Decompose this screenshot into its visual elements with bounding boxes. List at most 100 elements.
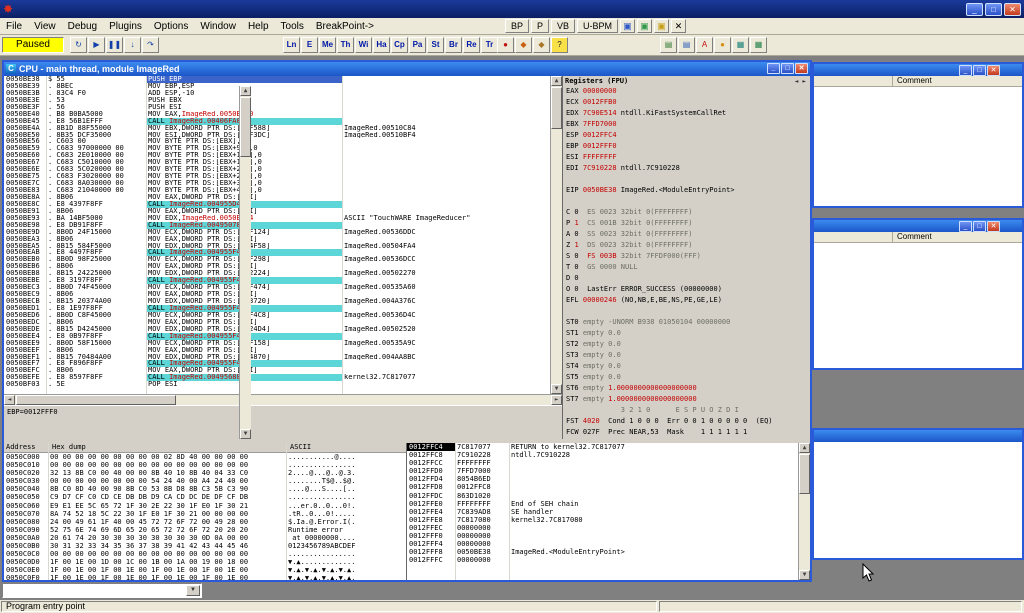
disasm-row[interactable]: 0050BEAB. E8 4497F8FFCALL ImageRed.00495… [4,249,562,256]
scroll-down-icon[interactable]: ▼ [799,570,810,580]
register-line[interactable]: ST0 empty -UNORM B938 01050104 00000000 [563,317,810,328]
side-window-3-titlebar[interactable] [814,430,1022,442]
disasm-row[interactable]: 0050BE3B. 83C4 F0ADD ESP,-10 [4,90,562,97]
menu-tool-icon-yellow[interactable]: ▣ [654,19,669,33]
register-line[interactable]: EDX 7C90E514 ntdll.KiFastSystemCallRet [563,108,810,119]
dump-row[interactable]: 0050C0408B C0 8D 40 00 90 8B C0 53 8B D8… [4,485,406,493]
stack-row[interactable]: 0012FFE47C839AD8SE handler [407,508,810,516]
menu-breakpoint[interactable]: BreakPoint-> [310,19,380,34]
disassembly-vertical-scrollbar[interactable]: ▲ ▼ [550,76,562,394]
stack-row[interactable]: 0012FFE87C817080kernel32.7C817080 [407,516,810,524]
registers-next-icon[interactable]: ► [800,78,808,85]
register-line[interactable]: 3 2 1 0 E S P U O Z D I [563,405,810,416]
disasm-row[interactable]: 0050BE40. B8 B0BA5000MOV EAX,ImageRed.00… [4,111,562,118]
side2-minimize-button[interactable]: _ [959,221,972,232]
register-line[interactable]: EFL 00000246 (NO,NB,E,BE,NS,PE,GE,LE) [563,295,810,306]
menu-tool-icon-green[interactable]: ▣ [637,19,652,33]
register-line[interactable]: EBP 0012FFF0 [563,141,810,152]
stack-row[interactable]: 0012FFE0FFFFFFFFEnd of SEH chain [407,500,810,508]
toolbar-window-button-st[interactable]: St [427,37,444,53]
disasm-row[interactable]: 0050BEB6. 8B06MOV EAX,DWORD PTR DS:[ESI] [4,263,562,270]
plugin-toolbar-close-button[interactable]: ✕ [671,19,686,33]
cpu-minimize-button[interactable]: _ [767,63,780,74]
cpu-maximize-button[interactable]: □ [781,63,794,74]
info-pane[interactable]: EBP=0012FFF0 [4,405,562,439]
register-line[interactable]: T 0 GS 0000 NULL [563,262,810,273]
register-line[interactable]: Z 1 DS 0023 32bit 0(FFFFFFFF) [563,240,810,251]
register-line[interactable]: FCW 027F Prec NEAR,53 Mask 1 1 1 1 1 1 [563,427,810,438]
register-line[interactable]: ST4 empty 0.0 [563,361,810,372]
side-window-1-titlebar[interactable]: _ □ ✕ [814,64,1022,76]
disasm-row[interactable]: 0050BEDC. 8B06MOV EAX,DWORD PTR DS:[ESI] [4,319,562,326]
cpu-close-button[interactable]: ✕ [795,63,808,74]
stack-row[interactable]: 0012FFFC00000000 [407,556,810,564]
stack-row[interactable]: 0012FFD07FFD7000 [407,467,810,475]
stack-row[interactable]: 0012FFD80012FFC8 [407,483,810,491]
modules-icon[interactable]: ▦ [750,37,767,53]
disasm-row[interactable]: 0050BE91. 8B06MOV EAX,DWORD PTR DS:[ESI] [4,208,562,215]
dump-row[interactable]: 0050C01000 00 00 00 00 00 00 00 00 00 00… [4,461,406,469]
menu-button-bp[interactable]: BP [505,19,529,33]
stack-row[interactable]: 0012FFF80050BE38ImageRed.<ModuleEntryPoi… [407,548,810,556]
scroll-up-icon[interactable]: ▲ [551,76,562,86]
breakpoint-icon[interactable]: ● [497,37,514,53]
registers-pane[interactable]: Registers (FPU) ◄ ► EAX 00000000ECX 0012… [562,76,810,439]
dump-row[interactable]: 0050C0F01F 00 1E 00 1F 00 1E 00 1F 00 1E… [4,574,406,580]
register-line[interactable]: EIP 0050BE38 ImageRed.<ModuleEntryPoint> [563,185,810,196]
stack-row[interactable]: 0012FFC87C910228ntdll.7C910228 [407,451,810,459]
register-line[interactable]: S 0 FS 003B 32bit 7FFDF000(FFF) [563,251,810,262]
menu-button-vb[interactable]: VB [551,19,575,33]
scroll-up-icon[interactable]: ▲ [240,86,251,96]
register-line[interactable] [563,196,810,207]
menu-button-ubpm[interactable]: U-BPM [577,19,618,33]
register-line[interactable]: ECX 0012FFB0 [563,97,810,108]
command-combobox[interactable]: ▼ [2,583,202,598]
disasm-row[interactable]: 0050BE3E. 53PUSH EBX [4,97,562,104]
scroll-down-icon[interactable]: ▼ [551,384,562,394]
toolbar-window-button-cp[interactable]: Cp [391,37,408,53]
disasm-row[interactable]: 0050BEFC. 8B06MOV EAX,DWORD PTR DS:[ESI] [4,367,562,374]
register-line[interactable]: C 0 ES 0023 32bit 0(FFFFFFFF) [563,207,810,218]
side2-close-button[interactable]: ✕ [987,221,1000,232]
disasm-row[interactable]: 0050BE83. C683 21040000 00MOV BYTE PTR D… [4,187,562,194]
side-window-3-body[interactable] [814,442,1022,558]
disasm-row[interactable]: 0050BEF1. 8B15 70484A00MOV EDX,DWORD PTR… [4,354,562,361]
menu-options[interactable]: Options [148,19,194,34]
disasm-row[interactable]: 0050BE50. 8B35 DCF35000MOV ESI,DWORD PTR… [4,132,562,139]
disasm-row[interactable]: 0050BE39. 8BECMOV EBP,ESP [4,83,562,90]
minimize-button[interactable]: _ [966,3,983,16]
menu-tool-icon-blue[interactable]: ▣ [620,19,635,33]
scroll-thumb[interactable] [799,454,810,494]
disasm-row[interactable]: 0050BE75. C683 F3020000 00MOV BYTE PTR D… [4,173,562,180]
side1-close-button[interactable]: ✕ [987,65,1000,76]
register-line[interactable]: ST6 empty 1.0000000000000000000 [563,383,810,394]
register-line[interactable]: A 0 SS 0023 32bit 0(FFFFFFFF) [563,229,810,240]
toolbar-window-button-ha[interactable]: Ha [373,37,390,53]
memory-icon[interactable]: ▦ [732,37,749,53]
register-line[interactable]: ST3 empty 0.0 [563,350,810,361]
side2-maximize-button[interactable]: □ [973,221,986,232]
disasm-row[interactable]: 0050BEFE. E8 8597F8FFCALL ImageRed.00495… [4,374,562,381]
side-window-2-titlebar[interactable]: _ □ ✕ [814,220,1022,232]
dump-row[interactable]: 0050C03000 00 00 00 00 00 00 00 54 24 40… [4,477,406,485]
disassembly-horizontal-scrollbar[interactable]: ◄ ► [4,394,562,405]
dump-row[interactable]: 0050C00000 00 00 00 00 00 00 00 00 02 8D… [4,453,406,461]
cpu-titlebar[interactable]: C CPU - main thread, module ImageRed _ □… [4,62,810,76]
dump-row[interactable]: 0050C0D01F 00 1E 00 1D 00 1C 00 1B 00 1A… [4,558,406,566]
disasm-row[interactable]: 0050BE8A. 8B06MOV EAX,DWORD PTR DS:[ESI] [4,194,562,201]
register-line[interactable]: ESI FFFFFFFF [563,152,810,163]
disasm-row[interactable]: 0050BEF7. E8 F896F8FFCALL ImageRed.00495… [4,360,562,367]
restart-icon[interactable]: ↻ [70,37,87,53]
options-icon[interactable]: ● [714,37,731,53]
menu-plugins[interactable]: Plugins [103,19,148,34]
disasm-row[interactable]: 0050BE59. C683 97000000 00MOV BYTE PTR D… [4,145,562,152]
step-into-icon[interactable]: ↓ [124,37,141,53]
side-window-2-body[interactable] [814,243,1022,368]
disasm-row[interactable]: 0050BE7C. C683 8A030000 00MOV BYTE PTR D… [4,180,562,187]
menu-view[interactable]: View [28,19,62,34]
register-line[interactable] [563,174,810,185]
dump-row[interactable]: 0050C060E9 E1 EE 5C 65 72 1F 30 2E 22 30… [4,502,406,510]
register-line[interactable]: EBX 7FFD7000 [563,119,810,130]
registers-prev-icon[interactable]: ◄ [793,78,801,85]
toolbar-window-button-ln[interactable]: Ln [283,37,300,53]
